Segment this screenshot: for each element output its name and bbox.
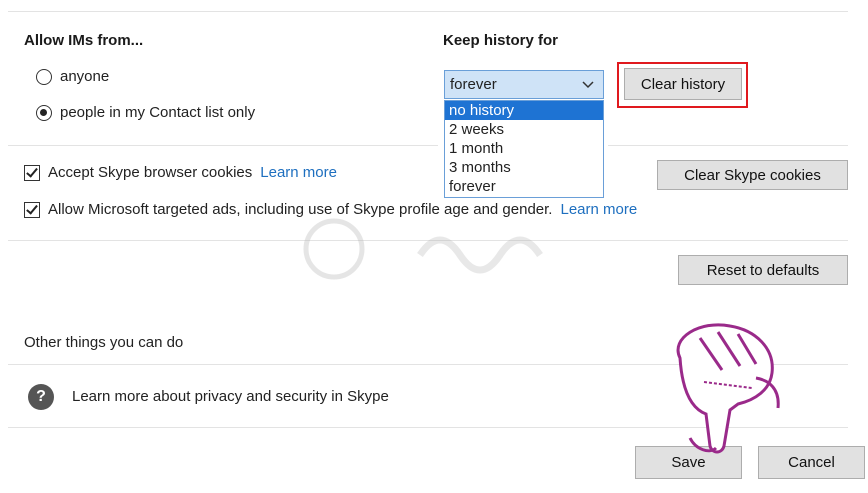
question-circle-icon: ? [28,384,54,410]
keep-history-heading: Keep history for [443,32,559,49]
history-option-3-months[interactable]: 3 months [445,158,603,177]
clear-skype-cookies-button[interactable]: Clear Skype cookies [657,160,848,190]
reset-defaults-button[interactable]: Reset to defaults [678,255,848,285]
chevron-down-icon [581,78,595,95]
radio-anyone[interactable]: anyone [36,68,109,85]
divider [608,145,848,146]
cookies-row[interactable]: Accept Skype browser cookies Learn more [24,164,337,181]
ads-checkbox[interactable] [24,201,40,218]
radio-circle[interactable] [36,68,52,85]
history-option-2-weeks[interactable]: 2 weeks [445,120,603,139]
divider [8,145,438,146]
history-option-forever[interactable]: forever [445,177,603,196]
privacy-security-link[interactable]: Learn more about privacy and security in… [72,388,389,405]
history-select[interactable]: forever [444,70,604,99]
other-things-heading: Other things you can do [24,334,184,351]
watermark-logo [300,215,600,298]
pointing-hand-icon [676,323,780,454]
cookies-learn-more-link[interactable]: Learn more [260,164,337,181]
privacy-settings-panel: Allow IMs from... anyone people in my Co… [0,0,868,493]
allow-ims-heading: Allow IMs from... [24,32,144,49]
radio-contacts-only-label: people in my Contact list only [60,104,256,121]
cookies-checkbox[interactable] [24,164,40,181]
radio-contacts-only[interactable]: people in my Contact list only [36,104,255,121]
radio-circle-checked[interactable] [36,104,52,121]
history-select-value: forever [450,76,497,93]
cookies-label: Accept Skype browser cookies [48,164,253,181]
history-dropdown-list: no history 2 weeks 1 month 3 months fore… [444,100,604,198]
radio-anyone-label: anyone [60,68,110,85]
highlight-box [617,62,748,108]
divider [8,11,848,12]
history-option-no-history[interactable]: no history [445,101,603,120]
history-option-1-month[interactable]: 1 month [445,139,603,158]
